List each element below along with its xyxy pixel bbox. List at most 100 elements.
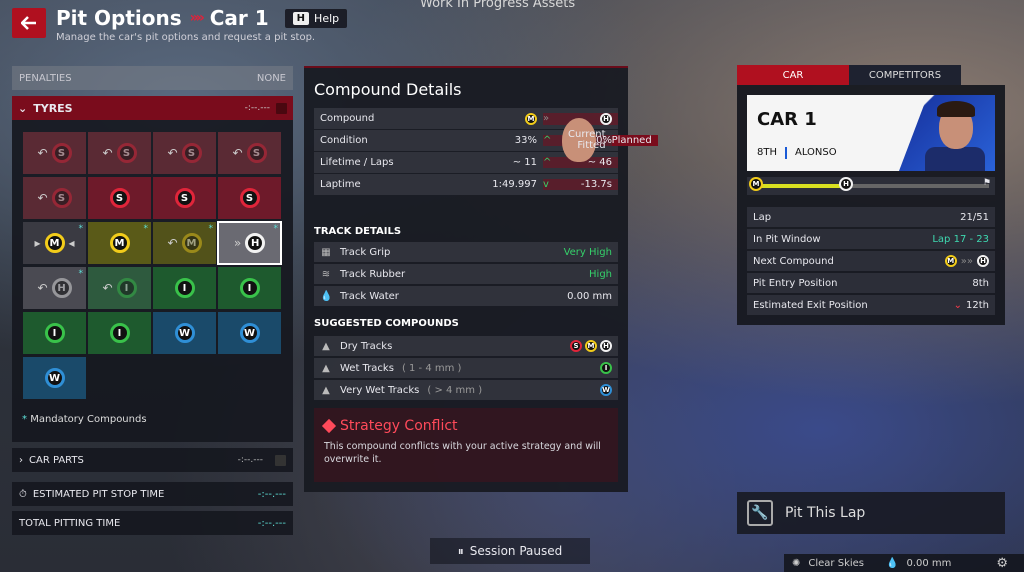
tyre-set-wet-new[interactable]: W <box>218 312 281 354</box>
mandatory-star-icon: * <box>208 224 214 234</box>
soft-tyre-icon: S <box>239 188 260 208</box>
tyre-set-soft-used[interactable]: ↶ S <box>218 132 281 174</box>
row-label: Estimated Exit Position <box>753 299 868 311</box>
double-chevron-icon: » <box>543 112 550 124</box>
tyres-section-header[interactable]: ⌄ TYRES -:--.--- <box>12 96 293 120</box>
driver-portrait <box>899 95 995 171</box>
penalties-value: NONE <box>256 72 286 84</box>
sun-icon: ✺ <box>792 557 801 569</box>
penalties-label: PENALTIES <box>19 72 72 84</box>
medium-tyre-icon: M <box>109 233 130 253</box>
tyre-set-intermediate-new[interactable]: I <box>218 267 281 309</box>
pit-stop-label: ESTIMATED PIT STOP TIME <box>32 488 165 500</box>
tyre-set-hard-selected[interactable]: » H * <box>217 221 282 265</box>
strategy-conflict-box: Strategy Conflict This compound conflict… <box>314 408 618 482</box>
breadcrumb-separator: »» <box>189 10 205 26</box>
wip-overlay: Work In Progress Assets <box>420 0 576 11</box>
tyre-set-wet-new[interactable]: W <box>153 312 216 354</box>
help-button[interactable]: H Help <box>284 8 348 28</box>
car-info-panel: CAR 1 8TH ALONSO M H ⚑ Lap 21/51 In Pit … <box>737 85 1005 325</box>
tyre-set-intermediate-new[interactable]: I <box>23 312 86 354</box>
used-tyre-icon: ↶ <box>232 146 243 160</box>
dry-road-icon: ▲ <box>322 340 330 352</box>
tyre-set-soft-used[interactable]: ↶ S <box>88 132 151 174</box>
current-compound: M <box>429 112 543 125</box>
back-button[interactable] <box>12 8 46 38</box>
medium-tyre-icon: M <box>525 112 537 125</box>
tyre-set-soft-new[interactable]: S <box>88 177 151 219</box>
car-parts-checkbox[interactable] <box>275 454 286 466</box>
hard-tyre-icon: H <box>600 340 612 352</box>
row-label: Very Wet Tracks <box>340 384 420 396</box>
strategy-bar: M H ⚑ <box>747 177 995 195</box>
tyre-set-wet-new[interactable]: W <box>23 357 86 399</box>
suggested-title: SUGGESTED COMPOUNDS <box>314 318 459 329</box>
track-details-title: TRACK DETAILS <box>314 226 402 237</box>
tyre-set-soft-new[interactable]: S <box>153 177 216 219</box>
hard-tyre-icon: H <box>51 278 72 298</box>
used-tyre-icon: ↶ <box>102 146 113 160</box>
driver-name: ALONSO <box>795 147 837 158</box>
row-label: Track Rubber <box>340 268 406 280</box>
tyre-set-soft-used[interactable]: ↶ S <box>23 177 86 219</box>
pause-icon: ⏸ <box>457 543 464 558</box>
tab-competitors[interactable]: COMPETITORS <box>849 65 961 85</box>
track-grip-icon: ▦ <box>321 246 331 258</box>
conflict-title-row: Strategy Conflict <box>321 418 608 434</box>
water-label: 0.00 mm <box>906 557 952 569</box>
weather-bar: ✺ Clear Skies 💧 0.00 mm ⚙ <box>784 554 1024 572</box>
up-arrow-icon: ^ <box>543 157 552 168</box>
row-label: Condition <box>320 135 368 146</box>
medium-tyre-icon: M <box>585 340 597 352</box>
row-value-wrap: ⌄ 12th <box>954 300 989 311</box>
laptime-row: Laptime 1:49.997 v -13.7s <box>314 174 618 195</box>
row-range: ( > 4 mm ) <box>427 384 483 396</box>
team-color-bar <box>785 147 787 159</box>
row-label: Next Compound <box>753 255 834 267</box>
tyre-set-intermediate-new[interactable]: I <box>88 312 151 354</box>
double-chevron-icon: »» <box>960 255 973 267</box>
used-tyre-icon: ↶ <box>37 146 48 160</box>
finish-flag-icon: ⚑ <box>982 178 991 188</box>
mandatory-star-icon: * <box>78 269 84 279</box>
soft-tyre-icon: S <box>174 188 195 208</box>
down-arrow-icon: ⌄ <box>953 299 963 311</box>
tyre-set-medium-used[interactable]: ↶ M * <box>153 222 216 264</box>
used-tyre-icon: ↶ <box>37 281 48 295</box>
pit-this-lap-button[interactable]: 🔧 Pit This Lap <box>737 492 1005 534</box>
help-key: H <box>292 11 310 25</box>
compound-table: Current Fitted Planned Compound M » H Con… <box>314 108 658 196</box>
tyre-set-intermediate-new[interactable]: I <box>153 267 216 309</box>
fitted-marker-icon: ▸ <box>34 236 41 250</box>
back-arrow-icon <box>21 16 36 30</box>
tab-car[interactable]: CAR <box>737 65 849 85</box>
wet-tyre-icon: W <box>600 384 612 396</box>
current-value: 33% <box>514 135 537 146</box>
wet-tracks-row: ▲ Wet Tracks ( 1 - 4 mm ) I <box>314 358 618 378</box>
medium-tyre-icon: M <box>44 233 65 253</box>
pitting-time-row: TOTAL PITTING TIME -:--.--- <box>12 511 293 535</box>
water-drop-icon: 💧 <box>886 557 899 569</box>
tyre-set-medium-fitted[interactable]: ▸ M ◂ * <box>23 222 86 264</box>
tyre-set-medium-new[interactable]: M * <box>88 222 151 264</box>
track-rubber-row: ≋ Track Rubber High <box>314 264 618 284</box>
tyres-checkbox[interactable] <box>276 102 287 114</box>
tyre-set-soft-new[interactable]: S <box>218 177 281 219</box>
tyre-set-soft-used[interactable]: ↶ S <box>23 132 86 174</box>
mandatory-legend: * Mandatory Compounds <box>22 414 147 425</box>
settings-gear-icon[interactable]: ⚙ <box>996 556 1008 571</box>
lap-row: Lap 21/51 <box>747 207 995 227</box>
intermediate-tyre-icon: I <box>239 278 260 298</box>
next-compound-value: M »» H <box>944 255 989 267</box>
stopwatch-icon: ⏱ <box>19 488 27 500</box>
car-parts-section[interactable]: › CAR PARTS -:--.--- <box>12 448 293 472</box>
strategy-track: M H ⚑ <box>749 177 991 191</box>
soft-tyre-icon: S <box>51 188 72 208</box>
track-rubber-icon: ≋ <box>321 268 331 280</box>
tyre-set-soft-used[interactable]: ↶ S <box>153 132 216 174</box>
intermediate-tyre-icon: I <box>174 278 195 298</box>
tyre-set-intermediate-used[interactable]: ↶ I <box>88 267 151 309</box>
hard-tyre-icon: H <box>977 255 989 267</box>
row-label: Dry Tracks <box>340 340 393 352</box>
tyre-set-hard-used[interactable]: ↶ H * <box>23 267 86 309</box>
